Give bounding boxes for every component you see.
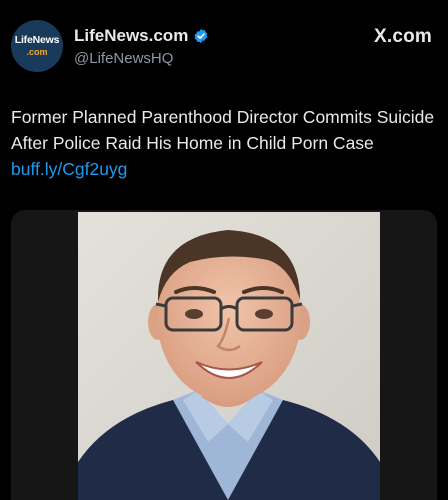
display-name[interactable]: LifeNews.com	[74, 26, 188, 46]
account-handle[interactable]: @LifeNewsHQ	[74, 50, 173, 67]
name-row: LifeNews.com	[74, 26, 209, 46]
tweet-header: LifeNews .com LifeNews.com @LifeNewsHQ X…	[0, 0, 448, 90]
portrait-photo[interactable]	[78, 212, 380, 500]
verified-badge-icon	[194, 29, 208, 43]
avatar-brand-subtext: .com	[26, 47, 48, 57]
tweet-media[interactable]	[11, 210, 437, 500]
avatar-brand-text: LifeNews	[14, 34, 60, 46]
avatar[interactable]: LifeNews .com	[11, 20, 63, 72]
tweet-link[interactable]: buff.ly/Cgf2uyg	[11, 159, 127, 179]
tweet-body: Former Planned Parenthood Director Commi…	[11, 107, 435, 153]
tweet-text: Former Planned Parenthood Director Commi…	[11, 104, 439, 182]
x-logo: X.com	[373, 26, 432, 47]
